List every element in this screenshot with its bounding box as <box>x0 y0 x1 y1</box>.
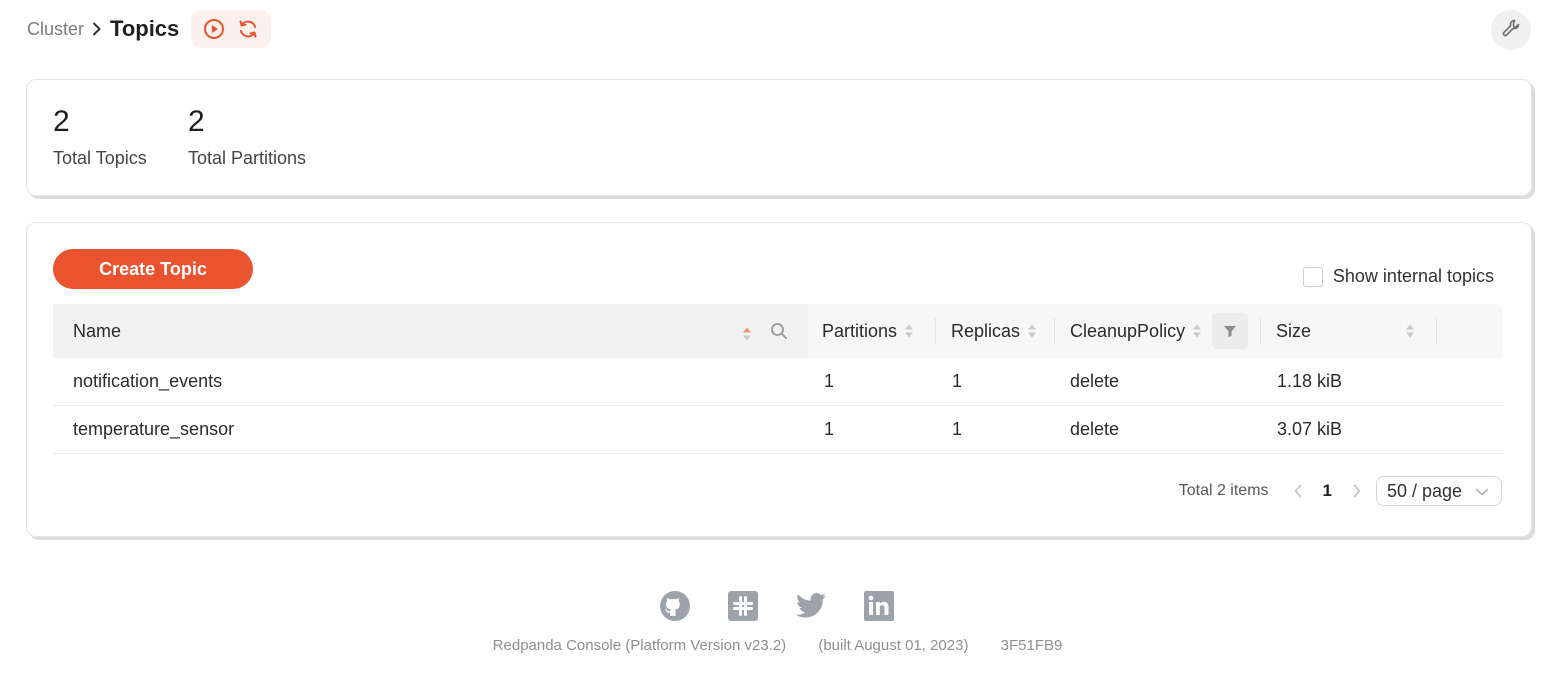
topic-size: 1.18 kiB <box>1277 371 1343 391</box>
name-column-tools <box>735 322 788 345</box>
chevron-down-icon <box>1475 481 1489 502</box>
prev-page-icon[interactable] <box>1287 480 1309 502</box>
page-title: Topics <box>110 16 180 41</box>
sort-icon[interactable] <box>1192 323 1202 339</box>
footer-built: (built August 01, 2023) <box>818 637 969 654</box>
title-actions <box>191 10 272 48</box>
topic-name[interactable]: notification_events <box>53 371 808 392</box>
topic-size: 3.07 kiB <box>1277 419 1343 439</box>
column-header-name[interactable]: Name <box>53 304 808 358</box>
stat-value: 2 <box>188 105 205 138</box>
search-icon[interactable] <box>770 322 788 345</box>
stat-total-partitions: 2 Total Partitions <box>188 104 306 169</box>
total-items: Total 2 items <box>1178 482 1269 499</box>
create-topic-button[interactable]: Create Topic <box>53 249 253 289</box>
footer-version: Redpanda Console (Platform Version v23.2… <box>492 637 787 654</box>
filter-icon[interactable] <box>1212 313 1249 349</box>
chevron-right-icon <box>92 22 102 36</box>
show-internal-topics-toggle[interactable]: Show internal topics <box>1302 266 1494 287</box>
github-icon[interactable] <box>659 590 691 622</box>
column-header-cleanuppolicy[interactable]: CleanupPolicy <box>1055 304 1261 358</box>
sort-icon[interactable] <box>1405 323 1415 339</box>
show-internal-checkbox[interactable] <box>1302 266 1323 287</box>
next-page-icon[interactable] <box>1346 480 1368 502</box>
footer-social-links <box>659 590 895 622</box>
slack-icon[interactable] <box>727 590 759 622</box>
sort-icon[interactable] <box>904 323 914 339</box>
show-internal-label: Show internal topics <box>1332 266 1494 286</box>
stat-value: 2 <box>53 105 70 138</box>
twitter-icon[interactable] <box>795 590 827 622</box>
column-label: Size <box>1276 320 1312 341</box>
column-header-actions <box>1437 304 1503 358</box>
page-number-current[interactable]: 1 <box>1323 481 1332 501</box>
page-size-select[interactable]: 50 / page <box>1376 476 1502 506</box>
settings-button[interactable] <box>1491 10 1531 50</box>
footer-commit: 3F51FB9 <box>1000 637 1063 654</box>
table-row[interactable]: temperature_sensor 1 1 delete 3.07 kiB <box>53 406 1503 454</box>
topic-cleanup-policy: delete <box>1070 371 1120 391</box>
table-row[interactable]: notification_events 1 1 delete 1.18 kiB <box>53 358 1503 406</box>
column-label: CleanupPolicy <box>1070 320 1186 341</box>
sort-icon[interactable] <box>1027 323 1037 339</box>
stat-label: Total Topics <box>53 148 147 168</box>
footer-version-info: Redpanda Console (Platform Version v23.2… <box>0 637 1555 654</box>
column-label: Replicas <box>951 320 1021 341</box>
topics-card: Create Topic Show internal topics Name P… <box>26 222 1532 537</box>
topic-replicas: 1 <box>952 371 963 391</box>
page-header: Cluster Topics <box>27 10 272 48</box>
sort-icon[interactable] <box>742 326 752 342</box>
column-label: Partitions <box>822 320 898 341</box>
page-size-value: 50 / page <box>1387 480 1463 501</box>
wrench-icon <box>1501 18 1521 43</box>
column-header-partitions[interactable]: Partitions <box>808 304 936 358</box>
column-label: Name <box>73 320 122 341</box>
topic-partitions: 1 <box>824 371 835 391</box>
topics-table: Name Partitions Replicas CleanupPolicy S… <box>53 304 1503 454</box>
topic-name[interactable]: temperature_sensor <box>53 419 808 440</box>
linkedin-icon[interactable] <box>863 590 895 622</box>
pagination: Total 2 items 1 50 / page <box>1179 476 1502 506</box>
table-header: Name Partitions Replicas CleanupPolicy S… <box>53 304 1503 358</box>
column-header-replicas[interactable]: Replicas <box>936 304 1055 358</box>
topic-replicas: 1 <box>952 419 963 439</box>
play-icon[interactable] <box>201 16 227 42</box>
topic-partitions: 1 <box>824 419 835 439</box>
refresh-icon[interactable] <box>235 16 261 42</box>
stat-total-topics: 2 Total Topics <box>53 104 147 169</box>
topic-cleanup-policy: delete <box>1070 419 1120 439</box>
stat-label: Total Partitions <box>188 148 307 168</box>
stats-card: 2 Total Topics 2 Total Partitions <box>26 79 1532 196</box>
breadcrumb-cluster[interactable]: Cluster <box>27 19 84 40</box>
column-header-size[interactable]: Size <box>1261 304 1437 358</box>
